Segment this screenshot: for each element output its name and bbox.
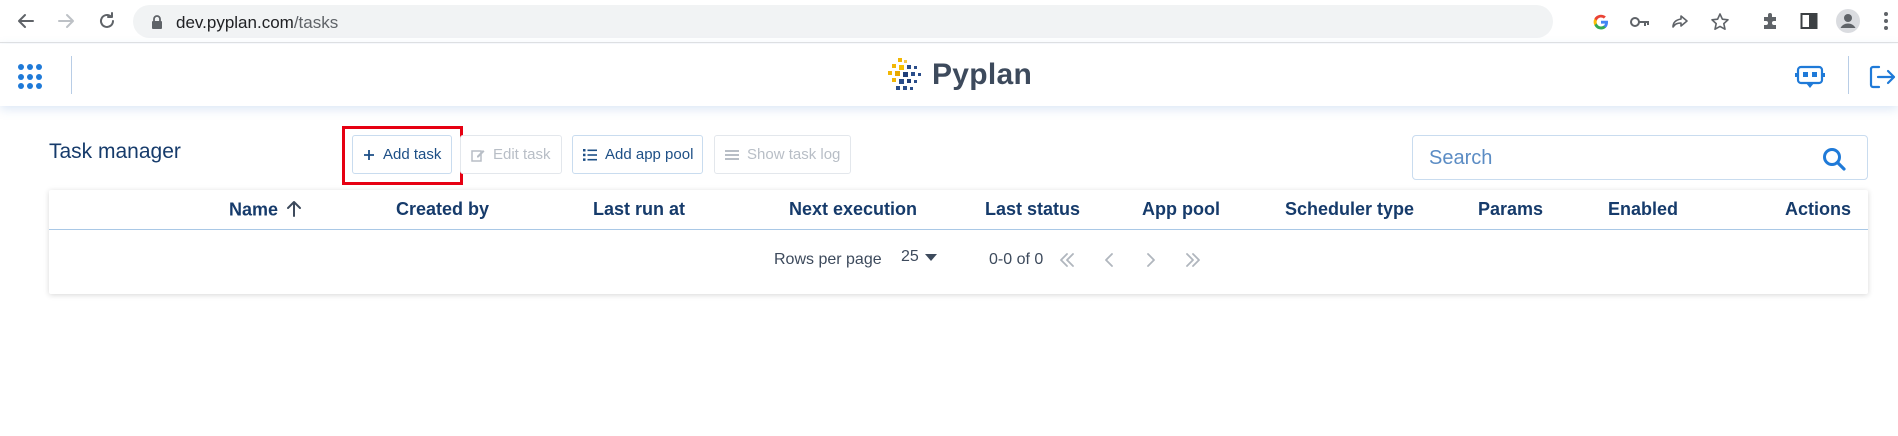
edit-task-button[interactable]: Edit task [460,135,562,174]
column-name-label: Name [229,199,279,220]
assistant-bot-icon[interactable] [1794,61,1826,93]
reload-icon[interactable] [94,8,120,34]
rows-per-page-select[interactable]: 25 [901,248,937,266]
column-header-last-status[interactable]: Last status [985,199,1080,220]
page-range-text: 0-0 of 0 [989,251,1044,268]
column-header-params[interactable]: Params [1478,199,1543,220]
column-header-next-execution[interactable]: Next execution [789,199,917,220]
star-icon[interactable] [1710,12,1730,32]
share-icon[interactable] [1670,12,1690,32]
side-panel-icon[interactable] [1797,9,1821,33]
add-app-pool-button[interactable]: Add app pool [572,135,703,174]
log-icon [725,149,739,160]
lock-icon [151,15,163,34]
column-header-actions: Actions [1785,199,1852,219]
url-path: /tasks [293,13,339,32]
app-header: Pyplan [0,44,1898,106]
edit-icon [471,148,485,162]
address-bar[interactable]: dev.pyplan.com/tasks [133,5,1729,38]
forward-icon[interactable] [53,8,79,34]
column-header-scheduler-type[interactable]: Scheduler type [1285,199,1414,220]
header-divider [1848,56,1849,94]
column-header-last-run-at[interactable]: Last run at [593,199,685,220]
rows-per-page-value: 25 [901,248,919,265]
apps-grid-icon[interactable] [18,64,44,90]
logo-text: Pyplan [932,58,1033,91]
column-header-name[interactable]: Name [229,199,302,222]
search-box [1412,135,1868,180]
search-input[interactable] [1429,146,1809,170]
menu-dots-icon[interactable] [1874,9,1898,33]
header-divider [71,56,72,94]
show-task-log-label: Show task log [747,146,841,163]
url-domain: dev.pyplan.com [176,13,294,32]
search-icon[interactable] [1821,146,1847,172]
column-header-app-pool[interactable]: App pool [1142,199,1220,220]
logo-mark-icon [888,58,921,90]
pyplan-logo: Pyplan [884,55,1032,95]
sort-ascending-icon[interactable] [286,199,302,222]
column-header-created-by[interactable]: Created by [396,199,489,220]
profile-icon[interactable] [1836,9,1860,33]
highlight-box [342,126,463,185]
previous-page-icon[interactable] [1097,248,1121,272]
google-icon[interactable] [1591,12,1611,32]
last-page-icon[interactable] [1181,248,1205,272]
key-icon[interactable] [1630,12,1650,32]
caret-down-icon [924,253,937,261]
logout-icon[interactable] [1866,61,1898,93]
next-page-icon[interactable] [1139,248,1163,272]
edit-task-label: Edit task [493,146,551,163]
list-icon [583,148,597,161]
table-header: Name Created by Last run at Next executi… [49,190,1868,230]
show-task-log-button[interactable]: Show task log [714,135,851,174]
first-page-icon[interactable] [1055,248,1079,272]
column-header-enabled[interactable]: Enabled [1608,199,1678,220]
page-title: Task manager [49,140,181,163]
extensions-icon[interactable] [1758,9,1782,33]
task-table: Name Created by Last run at Next executi… [49,190,1868,294]
url-text: dev.pyplan.com/tasks [176,13,338,33]
add-app-pool-label: Add app pool [605,146,694,163]
browser-toolbar: dev.pyplan.com/tasks [0,0,1898,43]
rows-per-page-label: Rows per page [774,251,882,268]
back-icon[interactable] [13,8,39,34]
table-pagination: Rows per page 25 0-0 of 0 [49,230,1868,294]
